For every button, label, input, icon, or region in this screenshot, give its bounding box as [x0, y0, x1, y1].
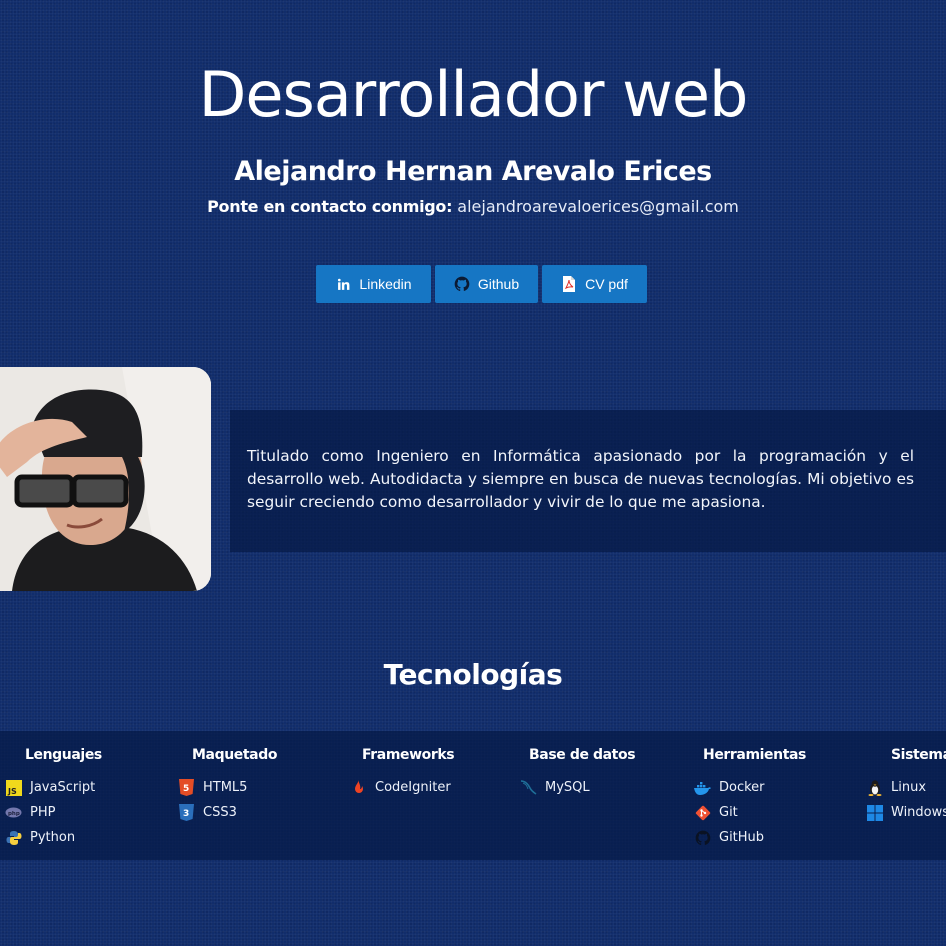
- tech-item-label: Linux: [891, 780, 927, 795]
- linkedin-icon: [335, 276, 351, 292]
- contact-email[interactable]: alejandroarevaloerices@gmail.com: [457, 197, 739, 216]
- mysql-icon: [520, 779, 537, 796]
- tech-item-mysql: MySQL: [520, 775, 635, 800]
- tech-item-git: Git: [694, 800, 806, 825]
- github-label: Github: [477, 276, 520, 292]
- technologies-panel: Lenguajes JS JavaScript php PHP Python M…: [0, 731, 946, 860]
- tech-column-lenguajes: Lenguajes JS JavaScript php PHP Python: [5, 747, 102, 850]
- linkedin-button[interactable]: Linkedin: [316, 265, 431, 303]
- codeigniter-icon: [350, 779, 367, 796]
- php-icon: php: [5, 804, 22, 821]
- about-text: Titulado como Ingeniero en Informática a…: [247, 447, 914, 511]
- contact-line: Ponte en contacto conmigo: alejandroarev…: [0, 197, 946, 216]
- tech-item-label: HTML5: [203, 780, 248, 795]
- tech-column-maquetado: Maquetado 5 HTML5 3 CSS3: [178, 747, 277, 825]
- tech-column-base-de-datos: Base de datos MySQL: [520, 747, 636, 800]
- tech-column-heading: Maquetado: [192, 747, 278, 763]
- tech-item-windows: Windows: [866, 800, 946, 825]
- technologies-title: Tecnologías: [383, 658, 563, 691]
- social-links: Linkedin Github CV pdf: [316, 265, 647, 303]
- svg-text:3: 3: [183, 809, 189, 819]
- cv-label: CV pdf: [585, 276, 628, 292]
- page-title: Desarrollador web: [198, 58, 749, 131]
- tech-item-php: php PHP: [5, 800, 102, 825]
- linux-icon: [866, 779, 883, 796]
- css3-icon: 3: [178, 804, 195, 821]
- tech-item-docker: Docker: [694, 775, 806, 800]
- tech-item-label: CSS3: [203, 805, 237, 820]
- windows-icon: [866, 804, 883, 821]
- tech-item-label: Windows: [891, 805, 946, 820]
- tech-item-python: Python: [5, 825, 102, 850]
- author-name: Alejandro Hernan Arevalo Erices: [234, 156, 712, 187]
- tech-item-javascript: JS JavaScript: [5, 775, 102, 800]
- about-card: Titulado como Ingeniero en Informática a…: [230, 410, 946, 552]
- tech-column-heading: Herramientas: [703, 747, 806, 763]
- cv-pdf-button[interactable]: CV pdf: [542, 265, 647, 303]
- tech-column-heading: Base de datos: [529, 747, 636, 763]
- tech-item-label: MySQL: [545, 780, 590, 795]
- tech-item-label: PHP: [30, 805, 56, 820]
- profile-photo: [0, 367, 211, 591]
- github-icon: [454, 276, 470, 292]
- javascript-icon: JS: [5, 779, 22, 796]
- tech-column-heading: Sistemas: [891, 747, 946, 763]
- html5-icon: 5: [178, 779, 195, 796]
- tech-column-heading: Lenguajes: [25, 747, 102, 763]
- python-icon: [5, 829, 22, 846]
- tech-item-codeigniter: CodeIgniter: [350, 775, 454, 800]
- git-icon: [694, 804, 711, 821]
- tech-item-linux: Linux: [866, 775, 946, 800]
- pdf-icon: [561, 276, 577, 292]
- svg-text:php: php: [8, 811, 20, 817]
- tech-column-sistemas: Sistemas Linux Windows: [866, 747, 946, 825]
- tech-item-label: CodeIgniter: [375, 780, 451, 795]
- linkedin-label: Linkedin: [359, 276, 412, 292]
- tech-column-herramientas: Herramientas Docker Git GitHub: [694, 747, 806, 850]
- tech-column-heading: Frameworks: [362, 747, 455, 763]
- tech-item-label: Git: [719, 805, 738, 820]
- tech-item-html5: 5 HTML5: [178, 775, 277, 800]
- svg-text:5: 5: [183, 784, 189, 794]
- tech-item-label: JavaScript: [30, 780, 96, 795]
- github-icon: [694, 829, 711, 846]
- tech-item-label: Python: [30, 830, 76, 845]
- svg-text:JS: JS: [7, 787, 17, 796]
- tech-item-github: GitHub: [694, 825, 806, 850]
- tech-column-frameworks: Frameworks CodeIgniter: [350, 747, 455, 800]
- tech-item-label: Docker: [719, 780, 765, 795]
- contact-label: Ponte en contacto conmigo:: [207, 197, 453, 216]
- docker-icon: [694, 779, 711, 796]
- tech-item-css3: 3 CSS3: [178, 800, 277, 825]
- tech-item-label: GitHub: [719, 830, 765, 845]
- github-button[interactable]: Github: [435, 265, 538, 303]
